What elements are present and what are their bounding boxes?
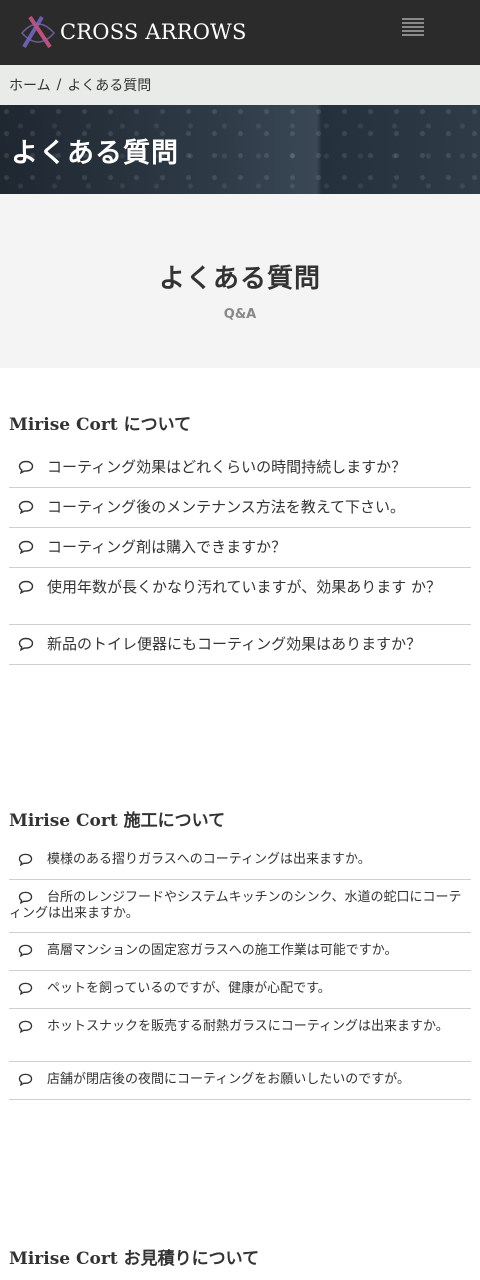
cross-arrows-logo-icon	[20, 15, 56, 49]
faq-question-link[interactable]: 使用年数が長くかなり汚れていますが、効果あります か？	[9, 578, 441, 596]
intro-section: よくある質問 Q&A	[0, 194, 480, 368]
faq-question-link[interactable]: コーティング後のメンテナンス方法を教えて下さい。	[9, 498, 405, 516]
speech-bubble-icon	[18, 982, 33, 995]
speech-bubble-icon	[18, 1073, 33, 1086]
faq-item[interactable]: 高層マンションの固定窓ガラスへの施工作業は可能ですか。	[9, 933, 471, 971]
hero-banner: よくある質問	[0, 105, 480, 194]
faq-item[interactable]: ペットを飼っているのですが、健康が心配です。	[9, 971, 471, 1009]
faq-question-link[interactable]: 模様のある摺りガラスへのコーティングは出来ますか。	[9, 852, 371, 868]
faq-question-link[interactable]: コーティング剤は購入できますか？	[9, 538, 286, 556]
speech-bubble-icon	[18, 944, 33, 957]
faq-item[interactable]: ホットスナックを販売する耐熱ガラスにコーティングは出来ますか。	[9, 1009, 471, 1062]
speech-bubble-icon	[18, 891, 33, 904]
page-title: よくある質問	[158, 264, 321, 294]
faq-question-link[interactable]: 新品のトイレ便器にもコーティング効果はありますか？	[9, 635, 421, 653]
faq-item[interactable]: 使用年数が長くかなり汚れていますが、効果あります か？	[9, 568, 471, 625]
speech-bubble-icon	[18, 1020, 33, 1033]
faq-question-link[interactable]: コーティング効果はどれくらいの時間持続しますか？	[9, 458, 406, 476]
speech-bubble-icon	[18, 637, 34, 651]
speech-bubble-icon	[18, 853, 33, 866]
breadcrumb: ホーム / よくある質問	[0, 65, 480, 105]
breadcrumb-current: よくある質問	[67, 78, 152, 94]
section-title-construction: Mirise Cort 施工について	[9, 811, 226, 831]
faq-item[interactable]: 店舗が閉店後の夜間にコーティングをお願いしたいのですが。	[9, 1062, 471, 1100]
section-title-about: Mirise Cort について	[9, 415, 192, 435]
site-header: CROSS ARROWS	[0, 0, 480, 65]
hamburger-menu-icon[interactable]	[402, 18, 424, 40]
logo-text: CROSS ARROWS	[60, 20, 247, 44]
faq-item[interactable]: 台所のレンジフードやシステムキッチンのシンク、水道の蛇口にコーティングは出来ます…	[9, 880, 471, 933]
hero-title: よくある質問	[11, 138, 179, 169]
section-title-estimate: Mirise Cort お見積りについて	[9, 1249, 260, 1269]
faq-question-link[interactable]: ペットを飼っているのですが、健康が心配です。	[9, 981, 331, 997]
site-logo[interactable]: CROSS ARROWS	[20, 10, 247, 54]
faq-item[interactable]: コーティング効果はどれくらいの時間持続しますか？	[9, 448, 471, 488]
faq-list-construction: 模様のある摺りガラスへのコーティングは出来ますか。 台所のレンジフードやシステム…	[9, 842, 471, 1100]
speech-bubble-icon	[18, 500, 34, 514]
breadcrumb-home-link[interactable]: ホーム	[9, 75, 51, 95]
speech-bubble-icon	[18, 540, 34, 554]
faq-item[interactable]: コーティング後のメンテナンス方法を教えて下さい。	[9, 488, 471, 528]
faq-item[interactable]: 模様のある摺りガラスへのコーティングは出来ますか。	[9, 842, 471, 880]
breadcrumb-separator: /	[56, 77, 62, 93]
faq-question-link[interactable]: 店舗が閉店後の夜間にコーティングをお願いしたいのですが。	[9, 1072, 410, 1088]
page-subtitle: Q&A	[223, 307, 257, 322]
faq-question-link[interactable]: ホットスナックを販売する耐熱ガラスにコーティングは出来ますか。	[9, 1019, 449, 1035]
speech-bubble-icon	[18, 460, 34, 474]
faq-item[interactable]: コーティング剤は購入できますか？	[9, 528, 471, 568]
faq-question-link[interactable]: 台所のレンジフードやシステムキッチンのシンク、水道の蛇口にコーティングは出来ます…	[9, 890, 471, 922]
faq-item[interactable]: 新品のトイレ便器にもコーティング効果はありますか？	[9, 625, 471, 665]
faq-question-link[interactable]: 高層マンションの固定窓ガラスへの施工作業は可能ですか。	[9, 943, 397, 959]
speech-bubble-icon	[18, 580, 34, 594]
faq-list-about: コーティング効果はどれくらいの時間持続しますか？ コーティング後のメンテナンス方…	[9, 448, 471, 665]
